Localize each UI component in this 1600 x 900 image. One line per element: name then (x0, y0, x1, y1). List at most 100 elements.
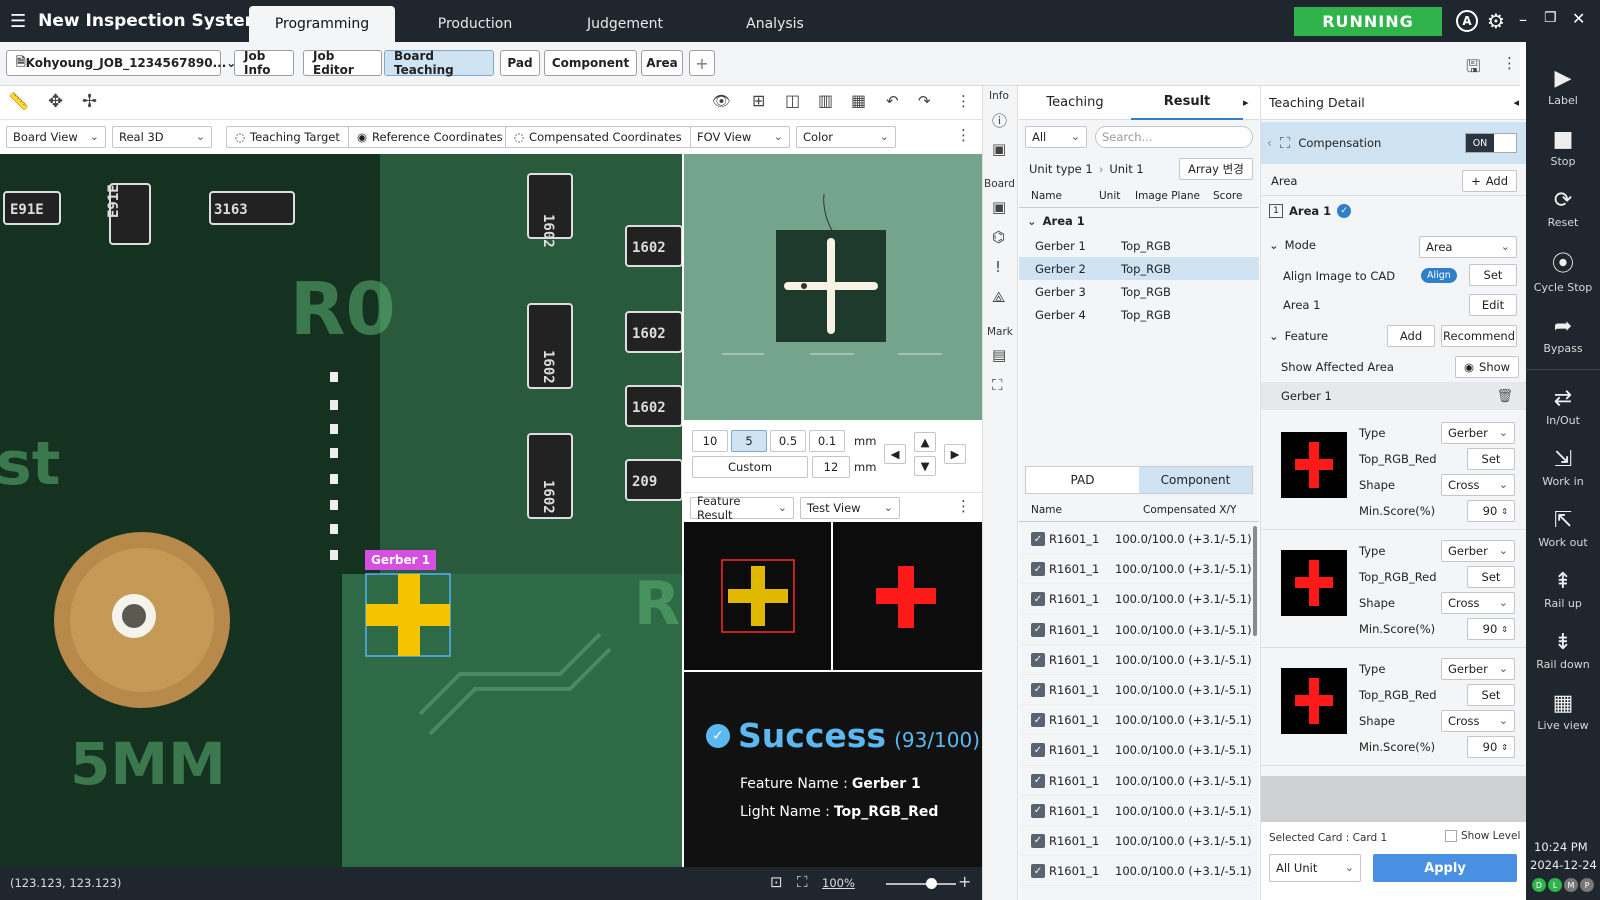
menu-icon[interactable]: ☰ (10, 11, 26, 32)
step-button[interactable]: 5 (731, 430, 767, 452)
tab-programming[interactable]: Programming (249, 6, 395, 42)
ruler-icon[interactable]: 📏 (8, 92, 29, 112)
step-button[interactable]: 0.1 (809, 430, 845, 452)
shape-select[interactable]: Cross (1441, 592, 1515, 614)
job-select[interactable]: 🗎 Kohyoung_JOB_1234567890... ⌄ (6, 50, 236, 76)
area-item[interactable]: 1 Area 1 ✓ (1269, 204, 1352, 218)
fit-selection-icon[interactable]: ⛶ (797, 873, 808, 891)
component-row[interactable]: ✓ R1601_1 100.0/100.0 (+3.1/-5.1) (1019, 524, 1253, 555)
probe-icon[interactable]: ⌬ (992, 228, 1005, 246)
undo-icon[interactable]: ↶ (886, 92, 899, 110)
breadcrumb-item[interactable]: Unit 1 (1109, 162, 1143, 176)
type-select[interactable]: Gerber (1441, 540, 1515, 562)
image-icon[interactable]: ▣ (992, 140, 1006, 158)
show-affected-button[interactable]: ◉ Show (1455, 356, 1520, 378)
board-image-view[interactable]: R0 st R 5MM E91E E91E 3163 1602 1602 1602 1602… (0, 154, 682, 867)
board-view-select[interactable]: Board View (6, 126, 106, 148)
stepper-arrows-icon[interactable]: ⇕ (1501, 625, 1508, 634)
recommend-button[interactable]: Recommend (1441, 325, 1517, 347)
info-icon[interactable]: ⓘ (992, 110, 1007, 131)
control-bypass[interactable]: ➦ Bypass (1526, 300, 1600, 370)
eye-icon[interactable]: 👁 (712, 92, 731, 110)
teaching-target-toggle[interactable]: ◌ Teaching Target (226, 126, 349, 148)
fov-image-view[interactable] (684, 154, 982, 420)
expand-icon[interactable]: ⛶ (992, 376, 1003, 394)
save-icon[interactable]: 🖫 (1466, 54, 1480, 83)
reference-coordinates-toggle[interactable]: ◉ Reference Coordinates (348, 126, 512, 148)
component-row[interactable]: ✓ R1601_1 100.0/100.0 (+3.1/-5.1) (1019, 584, 1253, 615)
custom-step-button[interactable]: Custom (692, 456, 808, 478)
gear-icon[interactable]: ⚙ (1487, 9, 1505, 33)
component-row[interactable]: ✓ R1601_1 100.0/100.0 (+3.1/-5.1) (1019, 645, 1253, 675)
step-button[interactable]: 0.5 (770, 430, 806, 452)
light-set-button[interactable]: Set (1467, 448, 1515, 470)
zoom-slider[interactable] (886, 883, 956, 885)
stepper-arrows-icon[interactable]: ⇕ (1501, 743, 1508, 752)
checkbox-checked-icon[interactable]: ✓ (1031, 713, 1045, 728)
mode-select[interactable]: Area (1419, 236, 1517, 258)
light-set-button[interactable]: Set (1467, 684, 1515, 706)
feature-card[interactable]: Type Gerber Top_RGB_Red Set Shape Cross … (1261, 412, 1527, 530)
running-status-button[interactable]: RUNNING (1294, 7, 1442, 36)
gerber-row[interactable]: Gerber 3 Top_RGB (1019, 280, 1259, 303)
score-stepper[interactable]: 90 ⇕ (1467, 500, 1515, 522)
array-change-button[interactable]: Array 변경 (1179, 158, 1253, 180)
trash-icon[interactable]: 🗑 (1496, 389, 1513, 404)
more-vertical-icon[interactable]: ⋮ (1502, 54, 1517, 72)
component-row[interactable]: ✓ R1601_1 100.0/100.0 (+3.1/-5.1) (1019, 554, 1253, 585)
apply-button[interactable]: Apply (1373, 854, 1517, 882)
control-work-in[interactable]: ⇲ Work in (1526, 437, 1600, 498)
checkbox-checked-icon[interactable]: ✓ (1031, 622, 1045, 637)
tab-component[interactable]: Component (1139, 467, 1252, 493)
component-row[interactable]: ✓ R1601_1 100.0/100.0 (+3.1/-5.1) (1019, 675, 1253, 706)
checkbox-checked-icon[interactable]: ✓ (1031, 773, 1045, 788)
add-layout-icon[interactable]: ⊞ (752, 91, 765, 110)
scrollbar[interactable] (1253, 526, 1257, 636)
search-input[interactable]: Search... (1095, 126, 1253, 148)
gerber-row[interactable]: Gerber 2 Top_RGB (1019, 257, 1259, 280)
show-level-checkbox[interactable]: Show Level (1445, 830, 1520, 842)
tab-pad[interactable]: PAD (1026, 467, 1139, 493)
light-set-button[interactable]: Set (1467, 566, 1515, 588)
control-rail-up[interactable]: ⇞ Rail up (1526, 559, 1600, 620)
group-row[interactable]: ⌄ Area 1 (1027, 214, 1085, 228)
chevron-down-icon[interactable]: ⌄ (1269, 329, 1279, 343)
control-work-out[interactable]: ⇱ Work out (1526, 498, 1600, 559)
control-in-out[interactable]: ⇄ In/Out (1526, 376, 1600, 437)
stack-icon[interactable]: ⟁ (992, 288, 1005, 306)
checkbox-checked-icon[interactable]: ✓ (1031, 562, 1045, 577)
user-avatar[interactable]: A (1456, 10, 1478, 32)
checkbox-checked-icon[interactable]: ✓ (1031, 864, 1045, 879)
edit-area-button[interactable]: Edit (1469, 294, 1517, 316)
control-live-view[interactable]: ▦ Live view (1526, 681, 1600, 742)
add-feature-button[interactable]: Add (1387, 325, 1435, 347)
add-tab-button[interactable]: + (689, 50, 715, 76)
tab-analysis[interactable]: Analysis (702, 6, 848, 42)
checkbox-checked-icon[interactable]: ✓ (1031, 803, 1045, 818)
tab-production[interactable]: Production (402, 6, 548, 42)
collapse-icon[interactable]: ▸ (1243, 96, 1249, 109)
checkbox-checked-icon[interactable]: ✓ (1031, 532, 1045, 546)
alert-icon[interactable]: ! (995, 258, 1001, 276)
checkbox-checked-icon[interactable]: ✓ (1031, 592, 1045, 607)
area-button[interactable]: Area (641, 50, 683, 76)
more-vertical-icon[interactable]: ⋮ (956, 126, 971, 144)
layout-4-icon[interactable]: ▦ (851, 91, 866, 110)
shape-select[interactable]: Cross (1441, 474, 1515, 496)
component-row[interactable]: ✓ R1601_1 100.0/100.0 (+3.1/-5.1) (1019, 735, 1253, 766)
control-stop[interactable]: ■ Stop (1526, 117, 1600, 178)
control-label[interactable]: ▶ Label (1526, 56, 1600, 117)
fov-view-select[interactable]: FOV View (690, 126, 790, 148)
checkbox-checked-icon[interactable]: ✓ (1031, 743, 1045, 758)
more-vertical-icon[interactable]: ⋮ (956, 92, 971, 110)
zoom-slider-handle[interactable] (926, 878, 937, 889)
arrow-left-icon[interactable]: ◀ (884, 444, 906, 464)
gerber-row[interactable]: Gerber 4 Top_RGB (1019, 303, 1259, 326)
close-icon[interactable]: ✕ (1572, 9, 1585, 28)
job-info-button[interactable]: Job Info (234, 49, 294, 77)
tab-result[interactable]: Result (1131, 86, 1243, 120)
arrow-down-icon[interactable]: ▼ (914, 456, 936, 476)
type-select[interactable]: Gerber (1441, 422, 1515, 444)
component-row[interactable]: ✓ R1601_1 100.0/100.0 (+3.1/-5.1) (1019, 615, 1253, 645)
test-view-select[interactable]: Test View (800, 497, 900, 519)
